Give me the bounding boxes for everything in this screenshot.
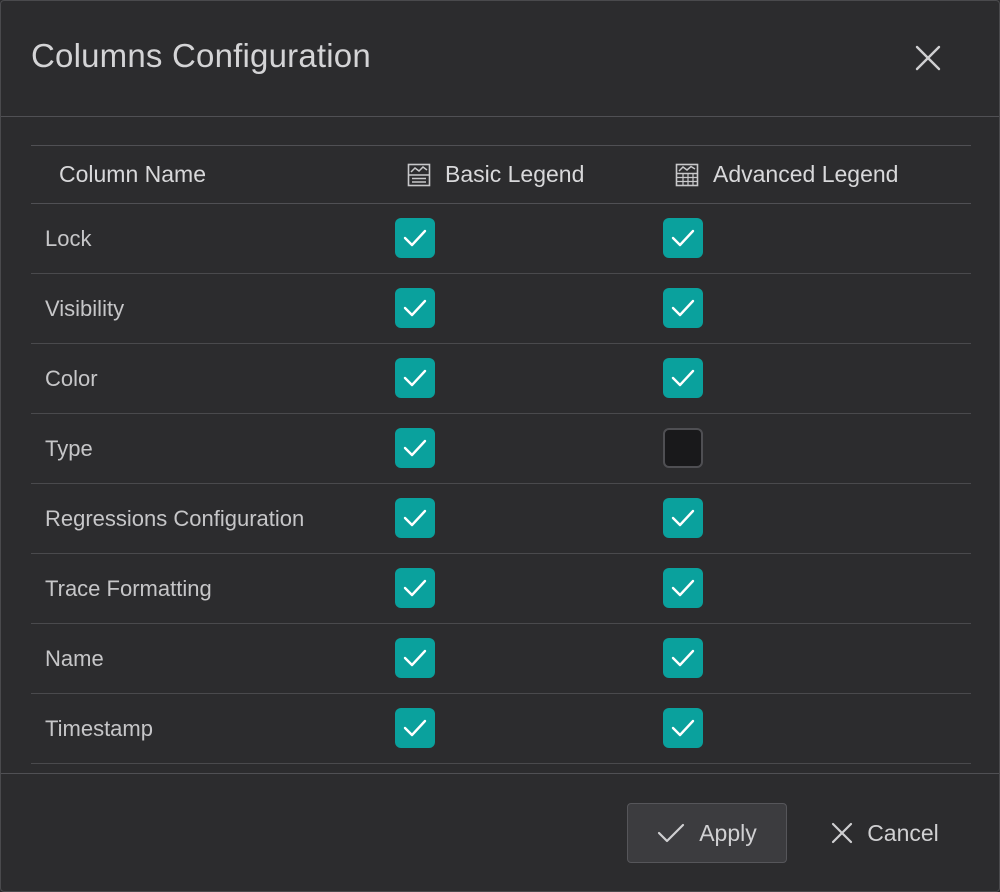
basic-legend-checkbox[interactable] (395, 358, 435, 398)
column-name-cell: Name (45, 646, 104, 671)
header-basic-legend: Basic Legend (407, 146, 584, 203)
checkmark-icon (671, 649, 695, 667)
checkmark-icon (403, 719, 427, 737)
basic-legend-icon (407, 163, 431, 186)
x-icon (832, 822, 853, 844)
checkmark-icon (671, 579, 695, 597)
dialog-footer: Apply Cancel (1, 775, 999, 891)
checkmark-icon (671, 719, 695, 737)
checkmark-icon (403, 369, 427, 387)
advanced-legend-checkbox[interactable] (663, 708, 703, 748)
column-name-cell: Visibility (45, 296, 125, 321)
cancel-label: Cancel (867, 819, 939, 846)
dialog-header: Columns Configuration (1, 1, 999, 117)
advanced-legend-checkbox[interactable] (663, 218, 703, 258)
apply-label: Apply (699, 819, 757, 846)
advanced-legend-icon (675, 163, 699, 186)
table-row: Timestamp (31, 694, 971, 764)
table-row: Type (31, 414, 971, 484)
column-name-cell: Type (45, 436, 93, 461)
checkmark-icon (671, 229, 695, 247)
basic-legend-checkbox[interactable] (395, 638, 435, 678)
table-header: Column Name Basic Legend Advanced Legend (31, 145, 971, 204)
table-rows: Lock Visibility Color Type Regressions Confi… (31, 204, 971, 764)
checkmark-icon (671, 369, 695, 387)
table-row: Lock (31, 204, 971, 274)
table-row: Trace Formatting (31, 554, 971, 624)
column-name-cell: Timestamp (45, 716, 153, 741)
basic-legend-checkbox[interactable] (395, 428, 435, 468)
checkmark-icon (403, 229, 427, 247)
table-row: Regressions Configuration (31, 484, 971, 554)
basic-legend-checkbox[interactable] (395, 288, 435, 328)
header-column-name: Column Name (59, 161, 206, 187)
basic-legend-checkbox[interactable] (395, 498, 435, 538)
header-advanced-legend: Advanced Legend (675, 146, 898, 203)
basic-legend-checkbox[interactable] (395, 218, 435, 258)
column-name-cell: Lock (45, 226, 92, 251)
close-icon (915, 45, 941, 71)
apply-button[interactable]: Apply (627, 803, 787, 863)
checkmark-icon (671, 509, 695, 527)
advanced-legend-checkbox[interactable] (663, 498, 703, 538)
check-icon (658, 823, 685, 843)
advanced-legend-checkbox[interactable] (663, 638, 703, 678)
checkmark-icon (403, 439, 427, 457)
cancel-button[interactable]: Cancel (815, 803, 955, 863)
basic-legend-checkbox[interactable] (395, 708, 435, 748)
header-basic-legend-label: Basic Legend (445, 161, 585, 187)
advanced-legend-checkbox[interactable] (663, 568, 703, 608)
column-name-cell: Color (45, 366, 98, 391)
columns-configuration-dialog: Columns Configuration Column Name Basic … (0, 0, 1000, 892)
table-row: Color (31, 344, 971, 414)
advanced-legend-checkbox[interactable] (663, 288, 703, 328)
checkmark-icon (403, 299, 427, 317)
advanced-legend-checkbox[interactable] (663, 358, 703, 398)
close-button[interactable] (907, 37, 949, 79)
advanced-legend-checkbox[interactable] (663, 428, 703, 468)
checkmark-icon (403, 509, 427, 527)
header-advanced-legend-label: Advanced Legend (713, 161, 899, 187)
checkmark-icon (403, 649, 427, 667)
column-name-cell: Trace Formatting (45, 576, 212, 601)
column-name-cell: Regressions Configuration (45, 506, 305, 531)
columns-table: Column Name Basic Legend Advanced Legend… (31, 145, 971, 764)
basic-legend-checkbox[interactable] (395, 568, 435, 608)
checkmark-icon (403, 579, 427, 597)
dialog-body[interactable]: Column Name Basic Legend Advanced Legend… (1, 117, 999, 774)
dialog-title: Columns Configuration (31, 37, 371, 74)
checkmark-icon (671, 299, 695, 317)
table-row: Name (31, 624, 971, 694)
table-row: Visibility (31, 274, 971, 344)
